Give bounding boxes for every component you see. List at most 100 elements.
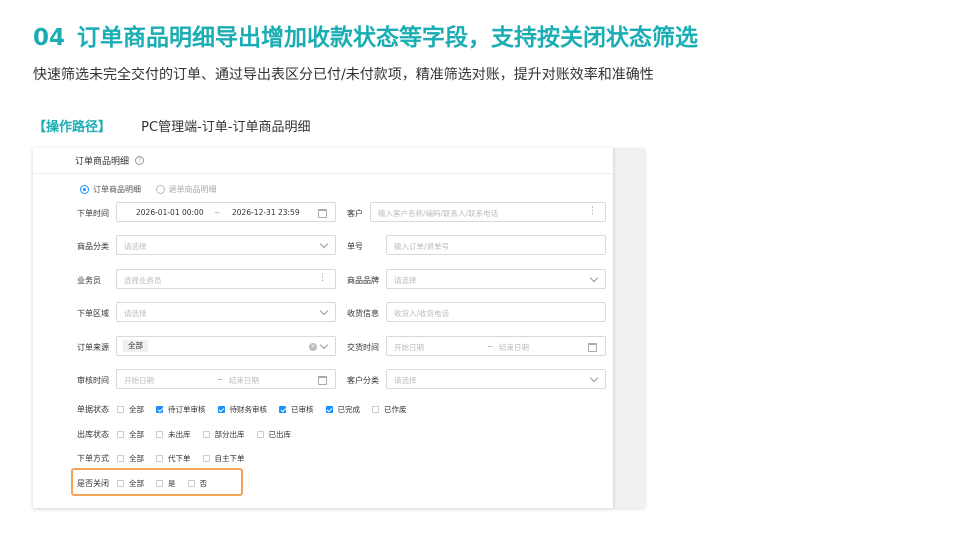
option-label: 全部	[129, 430, 144, 439]
doc-status-label: 单据状态	[77, 405, 109, 414]
calendar-icon	[318, 376, 327, 385]
order-mode-label: 下单方式	[77, 454, 109, 463]
customer-label: 客户	[347, 209, 363, 218]
checkbox[interactable]	[202, 455, 210, 462]
stock-status-partial[interactable]: 部分出库	[202, 429, 245, 440]
region-placeholder: 请选择	[124, 309, 147, 318]
brand-label: 商品品牌	[347, 276, 379, 285]
option-label: 已作废	[384, 405, 407, 414]
checkbox[interactable]	[117, 406, 124, 413]
chevron-down-icon	[589, 273, 599, 283]
panel-side-strip	[613, 148, 645, 508]
closed-no[interactable]: 否	[187, 478, 207, 489]
order-mode-all[interactable]: 全部	[117, 453, 144, 464]
option-label: 未出库	[168, 430, 191, 439]
checkbox[interactable]	[202, 431, 210, 438]
chevron-down-icon	[319, 306, 329, 316]
region-select[interactable]: 请选择	[116, 302, 336, 322]
audit-time-range[interactable]: 开始日期 ~ 结束日期	[116, 369, 336, 389]
option-label: 全部	[129, 479, 144, 488]
slide-subtitle: 快速筛选未完全交付的订单、通过导出表区分已付/未付款项，精准筛选对账，提升对账效…	[33, 67, 654, 83]
option-label: 已审核	[291, 405, 314, 414]
checkbox[interactable]	[156, 431, 163, 438]
checkbox[interactable]	[217, 406, 225, 413]
doc-status-voided[interactable]: 已作废	[372, 404, 407, 415]
closed-all[interactable]: 全部	[117, 478, 144, 489]
order-time-label: 下单时间	[77, 209, 109, 218]
delivery-time-label: 交货时间	[347, 343, 379, 352]
more-icon[interactable]: ⋮	[318, 273, 327, 283]
chevron-down-icon	[319, 340, 329, 350]
help-icon[interactable]: ?	[135, 156, 144, 165]
receiver-label: 收货信息	[347, 309, 379, 318]
source-select[interactable]: 全部 ×	[116, 336, 336, 356]
delivery-time-range[interactable]: 开始日期 ~ 结束日期	[386, 336, 606, 356]
category-select[interactable]: 请选择	[116, 235, 336, 255]
checkbox[interactable]	[279, 406, 286, 413]
detail-type-radios: 订单商品明细 退单商品明细	[80, 184, 229, 196]
filter-panel: 订单商品明细 ? 订单商品明细 退单商品明细 下单时间 2026-01-01 0…	[33, 148, 613, 508]
checkbox[interactable]	[117, 480, 124, 487]
checkbox[interactable]	[325, 406, 333, 413]
salesman-input[interactable]: 选择业务员 ⋮	[116, 269, 336, 289]
checkbox[interactable]	[372, 406, 379, 413]
doc-status-pending-order[interactable]: 待订单审核	[156, 404, 206, 415]
checkbox[interactable]	[117, 431, 124, 438]
closed-options: 全部 是 否	[117, 478, 219, 489]
stock-status-done[interactable]: 已出库	[256, 429, 292, 440]
doc-status-options: 全部 待订单审核 待财务审核 已审核 已完成 已作废	[117, 404, 419, 415]
doc-status-completed[interactable]: 已完成	[325, 404, 361, 415]
order-time-start[interactable]: 2026-01-01 00:00	[136, 208, 204, 217]
delivery-start-placeholder[interactable]: 开始日期	[394, 342, 424, 353]
stock-status-options: 全部 未出库 部分出库 已出库	[117, 429, 303, 440]
option-label: 待财务审核	[229, 405, 268, 414]
stock-status-none[interactable]: 未出库	[156, 429, 191, 440]
panel-title: 订单商品明细	[75, 157, 130, 167]
option-label: 全部	[129, 454, 144, 463]
closed-yes[interactable]: 是	[156, 478, 176, 489]
doc-status-pending-finance[interactable]: 待财务审核	[217, 404, 268, 415]
range-separator: ~	[214, 208, 221, 217]
more-icon[interactable]: ⋮	[588, 206, 597, 216]
customer-input[interactable]: 输入客户名称/编码/联系人/联系电话 ⋮	[370, 202, 606, 222]
checkbox[interactable]	[187, 480, 195, 487]
audit-end-placeholder[interactable]: 结束日期	[229, 375, 259, 386]
receiver-placeholder: 收货人/收货电话	[394, 309, 450, 318]
customer-type-placeholder: 请选择	[394, 376, 417, 385]
checkbox[interactable]	[156, 455, 163, 462]
panel-header: 订单商品明细 ?	[33, 148, 613, 174]
order-no-input[interactable]: 输入订单/退单号	[386, 235, 606, 255]
radio-order-detail[interactable]: 订单商品明细	[80, 184, 141, 195]
order-time-end[interactable]: 2026-12-31 23:59	[232, 208, 300, 217]
doc-status-all[interactable]: 全部	[117, 404, 144, 415]
radio-return-detail[interactable]: 退单商品明细	[155, 184, 217, 195]
slide-title-text: 订单商品明细导出增加收款状态等字段，支持按关闭状态筛选	[77, 25, 699, 51]
option-label: 已完成	[337, 405, 361, 414]
closed-label: 是否关闭	[77, 479, 109, 488]
clear-icon[interactable]: ×	[309, 343, 317, 351]
path-value: PC管理端-订单-订单商品明细	[141, 120, 311, 135]
checkbox[interactable]	[156, 480, 163, 487]
slide-title: 04 订单商品明细导出增加收款状态等字段，支持按关闭状态筛选	[33, 22, 698, 54]
order-no-placeholder: 输入订单/退单号	[394, 242, 450, 251]
category-label: 商品分类	[77, 242, 109, 251]
order-time-range[interactable]: 2026-01-01 00:00 ~ 2026-12-31 23:59	[116, 202, 336, 222]
source-tag[interactable]: 全部	[123, 340, 148, 352]
delivery-end-placeholder[interactable]: 结束日期	[499, 342, 529, 353]
order-mode-proxy[interactable]: 代下单	[156, 453, 191, 464]
option-label: 已出库	[268, 430, 292, 439]
checkbox[interactable]	[156, 406, 163, 413]
chevron-down-icon	[589, 373, 599, 383]
audit-start-placeholder[interactable]: 开始日期	[124, 375, 154, 386]
stock-status-all[interactable]: 全部	[117, 429, 144, 440]
radio-dot	[80, 185, 89, 194]
option-label: 部分出库	[214, 430, 245, 439]
brand-select[interactable]: 请选择	[386, 269, 606, 289]
checkbox[interactable]	[256, 431, 264, 438]
customer-type-select[interactable]: 请选择	[386, 369, 606, 389]
radio-label: 退单商品明细	[168, 185, 217, 194]
receiver-input[interactable]: 收货人/收货电话	[386, 302, 606, 322]
doc-status-audited[interactable]: 已审核	[279, 404, 314, 415]
checkbox[interactable]	[117, 455, 124, 462]
order-mode-self[interactable]: 自主下单	[202, 453, 245, 464]
